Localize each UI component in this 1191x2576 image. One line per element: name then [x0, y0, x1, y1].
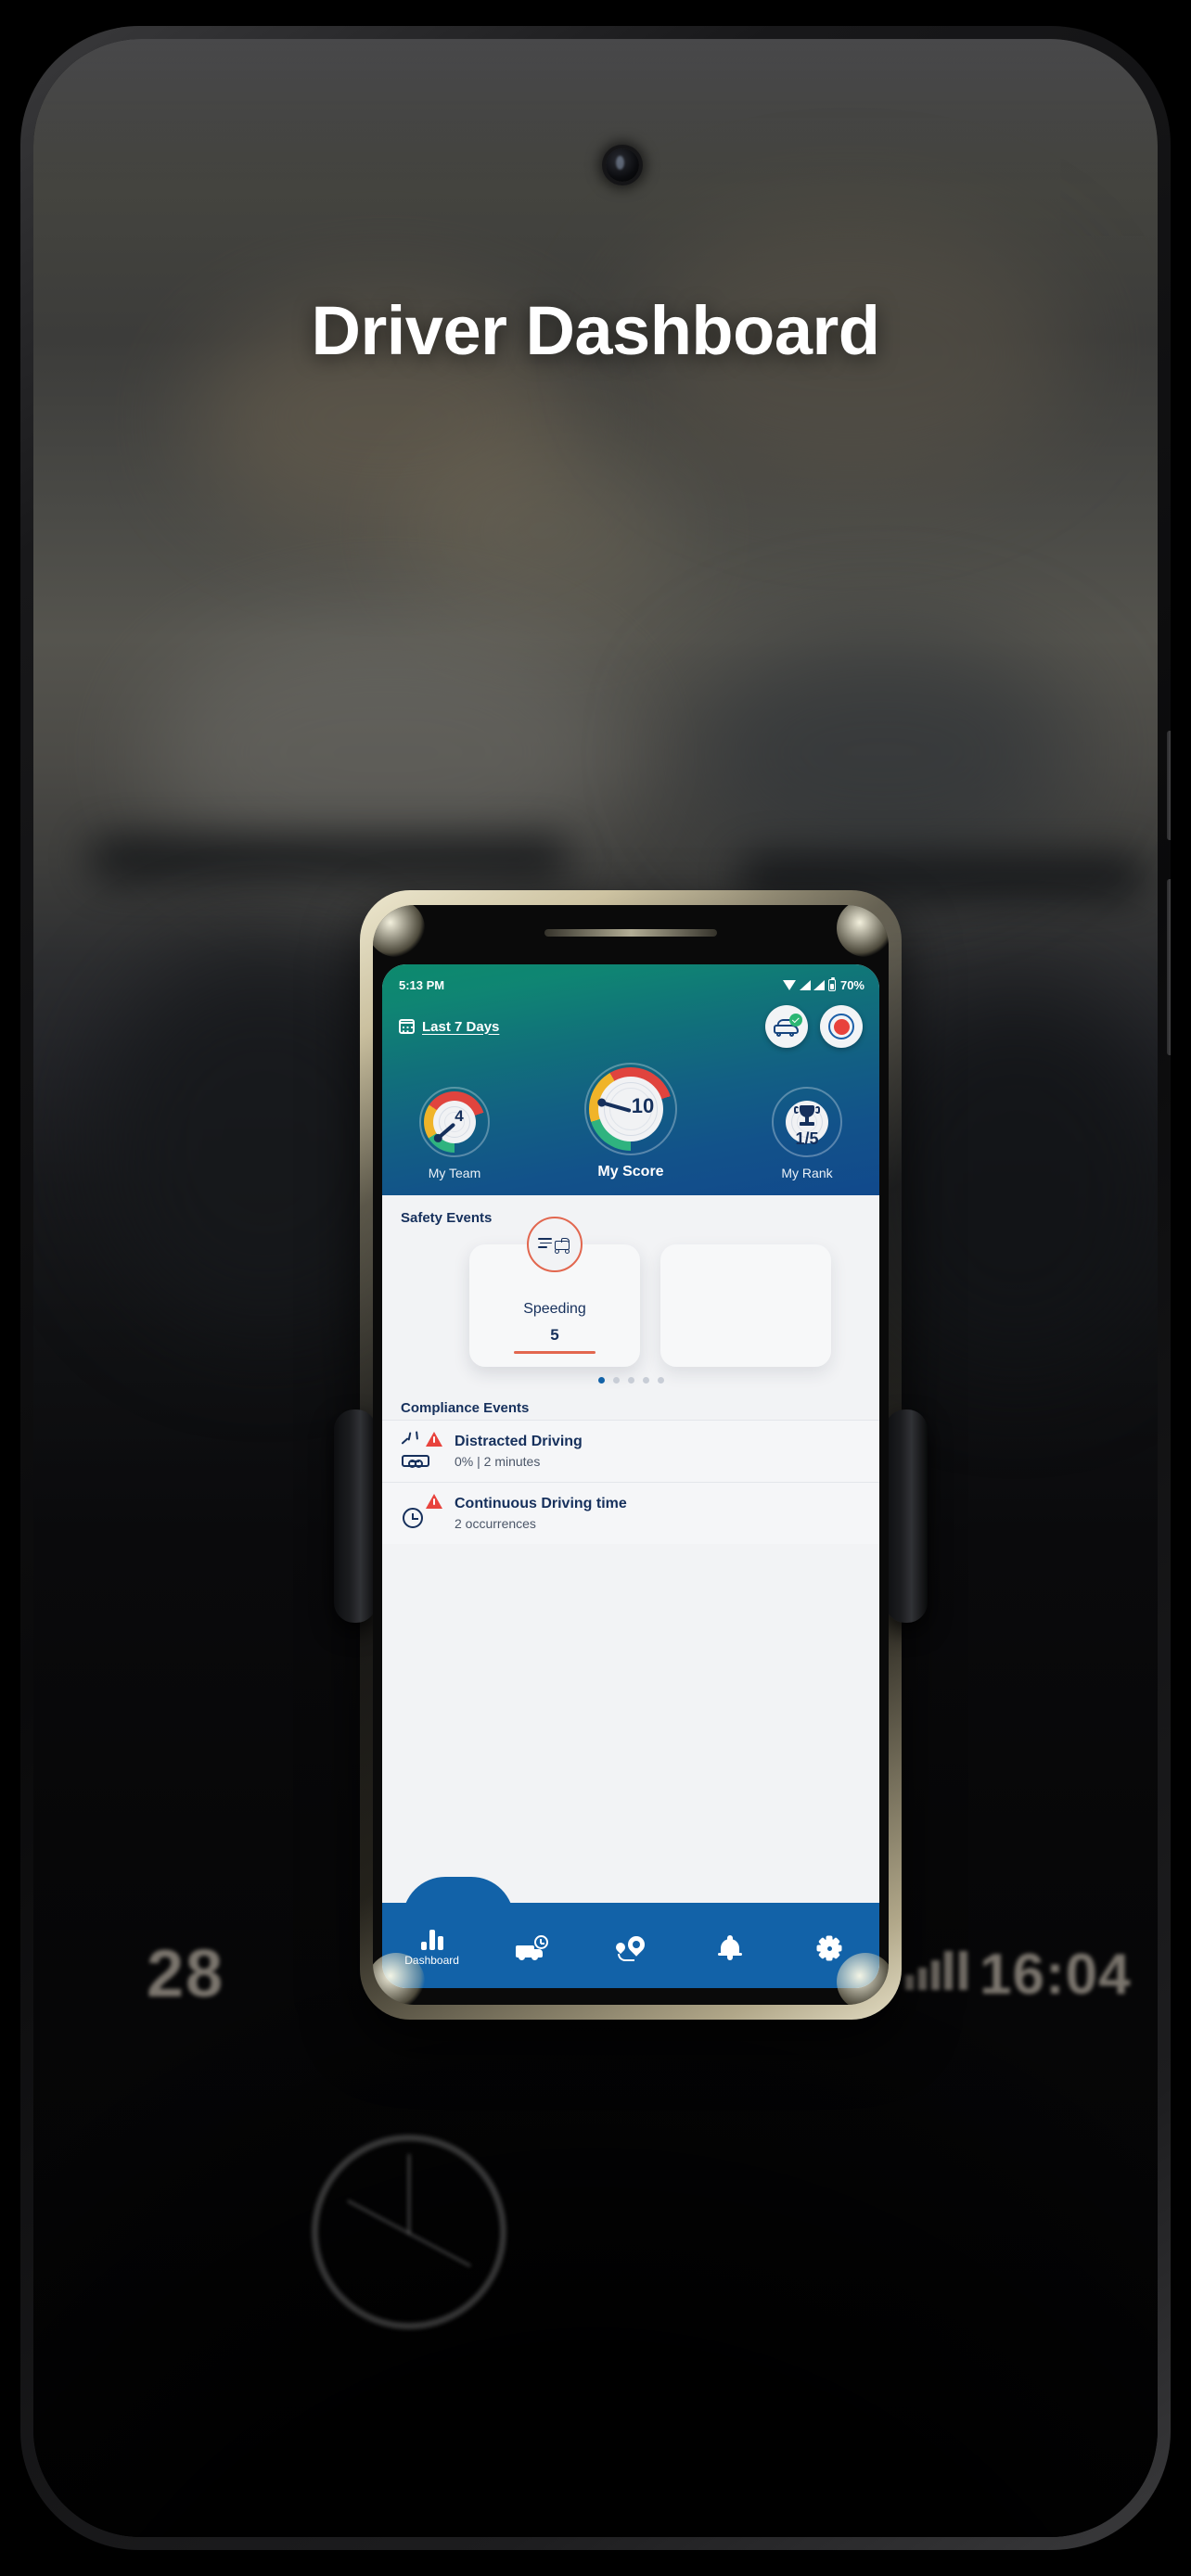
page-title: Driver Dashboard: [311, 292, 880, 369]
app-header: 5:13 PM 70% Last 7 Days 4 My Team 10 My …: [382, 964, 879, 1195]
carousel-dot[interactable]: [642, 1377, 649, 1384]
status-indicators: 70%: [782, 976, 864, 992]
car-check-icon: [773, 1014, 802, 1037]
speeding-truck-icon: [527, 1217, 583, 1272]
vehicle-check-button[interactable]: [765, 1005, 808, 1048]
safety-card-speeding[interactable]: Speeding 5: [469, 1217, 640, 1367]
record-button[interactable]: [820, 1005, 863, 1048]
carousel-dot[interactable]: [612, 1377, 620, 1384]
wifi-icon: [782, 980, 797, 990]
compliance-row-title: Continuous Driving time: [455, 1496, 627, 1511]
mount-clamp-left: [334, 1409, 377, 1623]
header-actions: [765, 1005, 863, 1048]
nav-trips[interactable]: [500, 1935, 563, 1960]
date-range-label: Last 7 Days: [422, 1018, 500, 1035]
compliance-row-subtitle: 2 occurrences: [455, 1516, 536, 1531]
route-pin-icon: [613, 1932, 648, 1961]
nav-active-bump: [403, 1877, 514, 1919]
device-screen: 28 16:04 Driver Dashboard 5:13 PM 70% La…: [33, 39, 1158, 2537]
speedometer-icon: 10: [584, 1063, 677, 1155]
carousel-dot[interactable]: [657, 1377, 664, 1384]
status-bar: 5:13 PM 70%: [395, 976, 866, 992]
gauge-my-score[interactable]: 10 My Score: [584, 1063, 677, 1180]
carousel-dot[interactable]: [597, 1377, 605, 1384]
record-icon: [828, 1014, 854, 1039]
dash-clock-reading: 16:04: [980, 1943, 1132, 2007]
calendar-icon: [399, 1019, 415, 1034]
earpiece-speaker: [544, 929, 717, 937]
rank-badge: 1/5: [772, 1087, 842, 1157]
device-mockup-frame: 28 16:04 Driver Dashboard 5:13 PM 70% La…: [20, 26, 1171, 2550]
safety-events-title: Safety Events: [401, 1210, 493, 1226]
signal-bars-icon-2: [813, 980, 825, 990]
carousel-dot[interactable]: [627, 1377, 634, 1384]
phone-bezel: 5:13 PM 70% Last 7 Days 4 My Team 10 My …: [373, 905, 889, 2005]
clock-icon: [401, 1494, 442, 1530]
distracted-driving-icon: [401, 1431, 442, 1468]
rank-value: 1/5: [795, 1129, 819, 1148]
gauge-my-team[interactable]: 4 My Team: [419, 1087, 490, 1180]
speedometer-icon: 4: [419, 1087, 490, 1157]
date-range-selector[interactable]: Last 7 Days: [399, 1019, 499, 1035]
dash-signal-bars-icon: [905, 1947, 970, 1990]
compliance-events-list: Distracted Driving 0% | 2 minutes Contin…: [382, 1420, 879, 1544]
warning-triangle-icon: [426, 1494, 442, 1509]
nav-dashboard[interactable]: Dashboard: [401, 1930, 464, 1967]
gauge-value: 4: [455, 1107, 464, 1125]
app-screen: 5:13 PM 70% Last 7 Days 4 My Team 10 My …: [382, 964, 879, 1988]
bokeh-blob: [404, 438, 683, 623]
nav-notifications[interactable]: [698, 1935, 762, 1960]
gauge-label: My Team: [428, 1166, 481, 1180]
safety-events-carousel[interactable]: Speeding 5: [382, 1217, 879, 1385]
safety-card-value: 5: [550, 1326, 559, 1345]
compliance-row-distracted-driving[interactable]: Distracted Driving 0% | 2 minutes: [382, 1420, 879, 1482]
safety-card-title: Speeding: [523, 1301, 586, 1318]
safety-card-next[interactable]: [660, 1244, 831, 1367]
truck-clock-icon: [515, 1935, 548, 1960]
app-body: Safety Events Speeding 5 Compliance Even…: [382, 1195, 879, 1988]
steering-wheel-emblem: [312, 2135, 506, 2329]
signal-bars-icon: [799, 980, 811, 990]
bell-icon: [718, 1935, 743, 1960]
gauges-row: 4 My Team 10 My Score 1/5 My Rank: [395, 1048, 866, 1195]
gauge-value: 10: [631, 1094, 655, 1117]
nav-locations[interactable]: [599, 1932, 662, 1961]
screenshot-root: 28 16:04 Driver Dashboard 5:13 PM 70% La…: [0, 0, 1191, 2576]
dash-reading-left: 28: [147, 1937, 225, 2011]
carousel-pagination-dots[interactable]: [382, 1377, 879, 1384]
battery-icon: [827, 976, 836, 991]
gauge-label: My Rank: [781, 1166, 833, 1180]
status-time: 5:13 PM: [399, 978, 445, 992]
safety-card-underline: [514, 1351, 596, 1354]
gear-icon: [816, 1935, 842, 1961]
gauge-my-rank[interactable]: 1/5 My Rank: [772, 1087, 842, 1180]
compliance-events-title: Compliance Events: [401, 1400, 530, 1416]
compliance-row-text: Continuous Driving time 2 occurrences: [455, 1496, 627, 1531]
nav-dashboard-label: Dashboard: [404, 1954, 459, 1967]
compliance-row-subtitle: 0% | 2 minutes: [455, 1454, 541, 1469]
warning-triangle-icon: [426, 1432, 442, 1447]
gauge-label: My Score: [597, 1164, 664, 1180]
nav-settings[interactable]: [798, 1935, 861, 1961]
air-vent-blur: [89, 836, 571, 881]
compliance-row-continuous-driving[interactable]: Continuous Driving time 2 occurrences: [382, 1482, 879, 1544]
bottom-navigation-bar: Dashboard: [382, 1877, 879, 1988]
front-camera-icon: [606, 148, 639, 182]
bokeh-blob: [683, 632, 1082, 874]
battery-percent: 70%: [839, 978, 864, 992]
bar-chart-icon: [420, 1930, 443, 1950]
device-side-button-volume[interactable]: [1167, 731, 1171, 840]
compliance-row-title: Distracted Driving: [455, 1434, 583, 1449]
check-badge-icon: [789, 1014, 802, 1027]
mount-clamp-right: [885, 1409, 928, 1623]
inner-phone-photo: 5:13 PM 70% Last 7 Days 4 My Team 10 My …: [334, 890, 928, 2020]
header-controls: Last 7 Days: [395, 1005, 866, 1048]
device-side-button-power[interactable]: [1167, 879, 1171, 1055]
compliance-row-text: Distracted Driving 0% | 2 minutes: [455, 1434, 583, 1469]
trophy-icon: [794, 1104, 820, 1129]
